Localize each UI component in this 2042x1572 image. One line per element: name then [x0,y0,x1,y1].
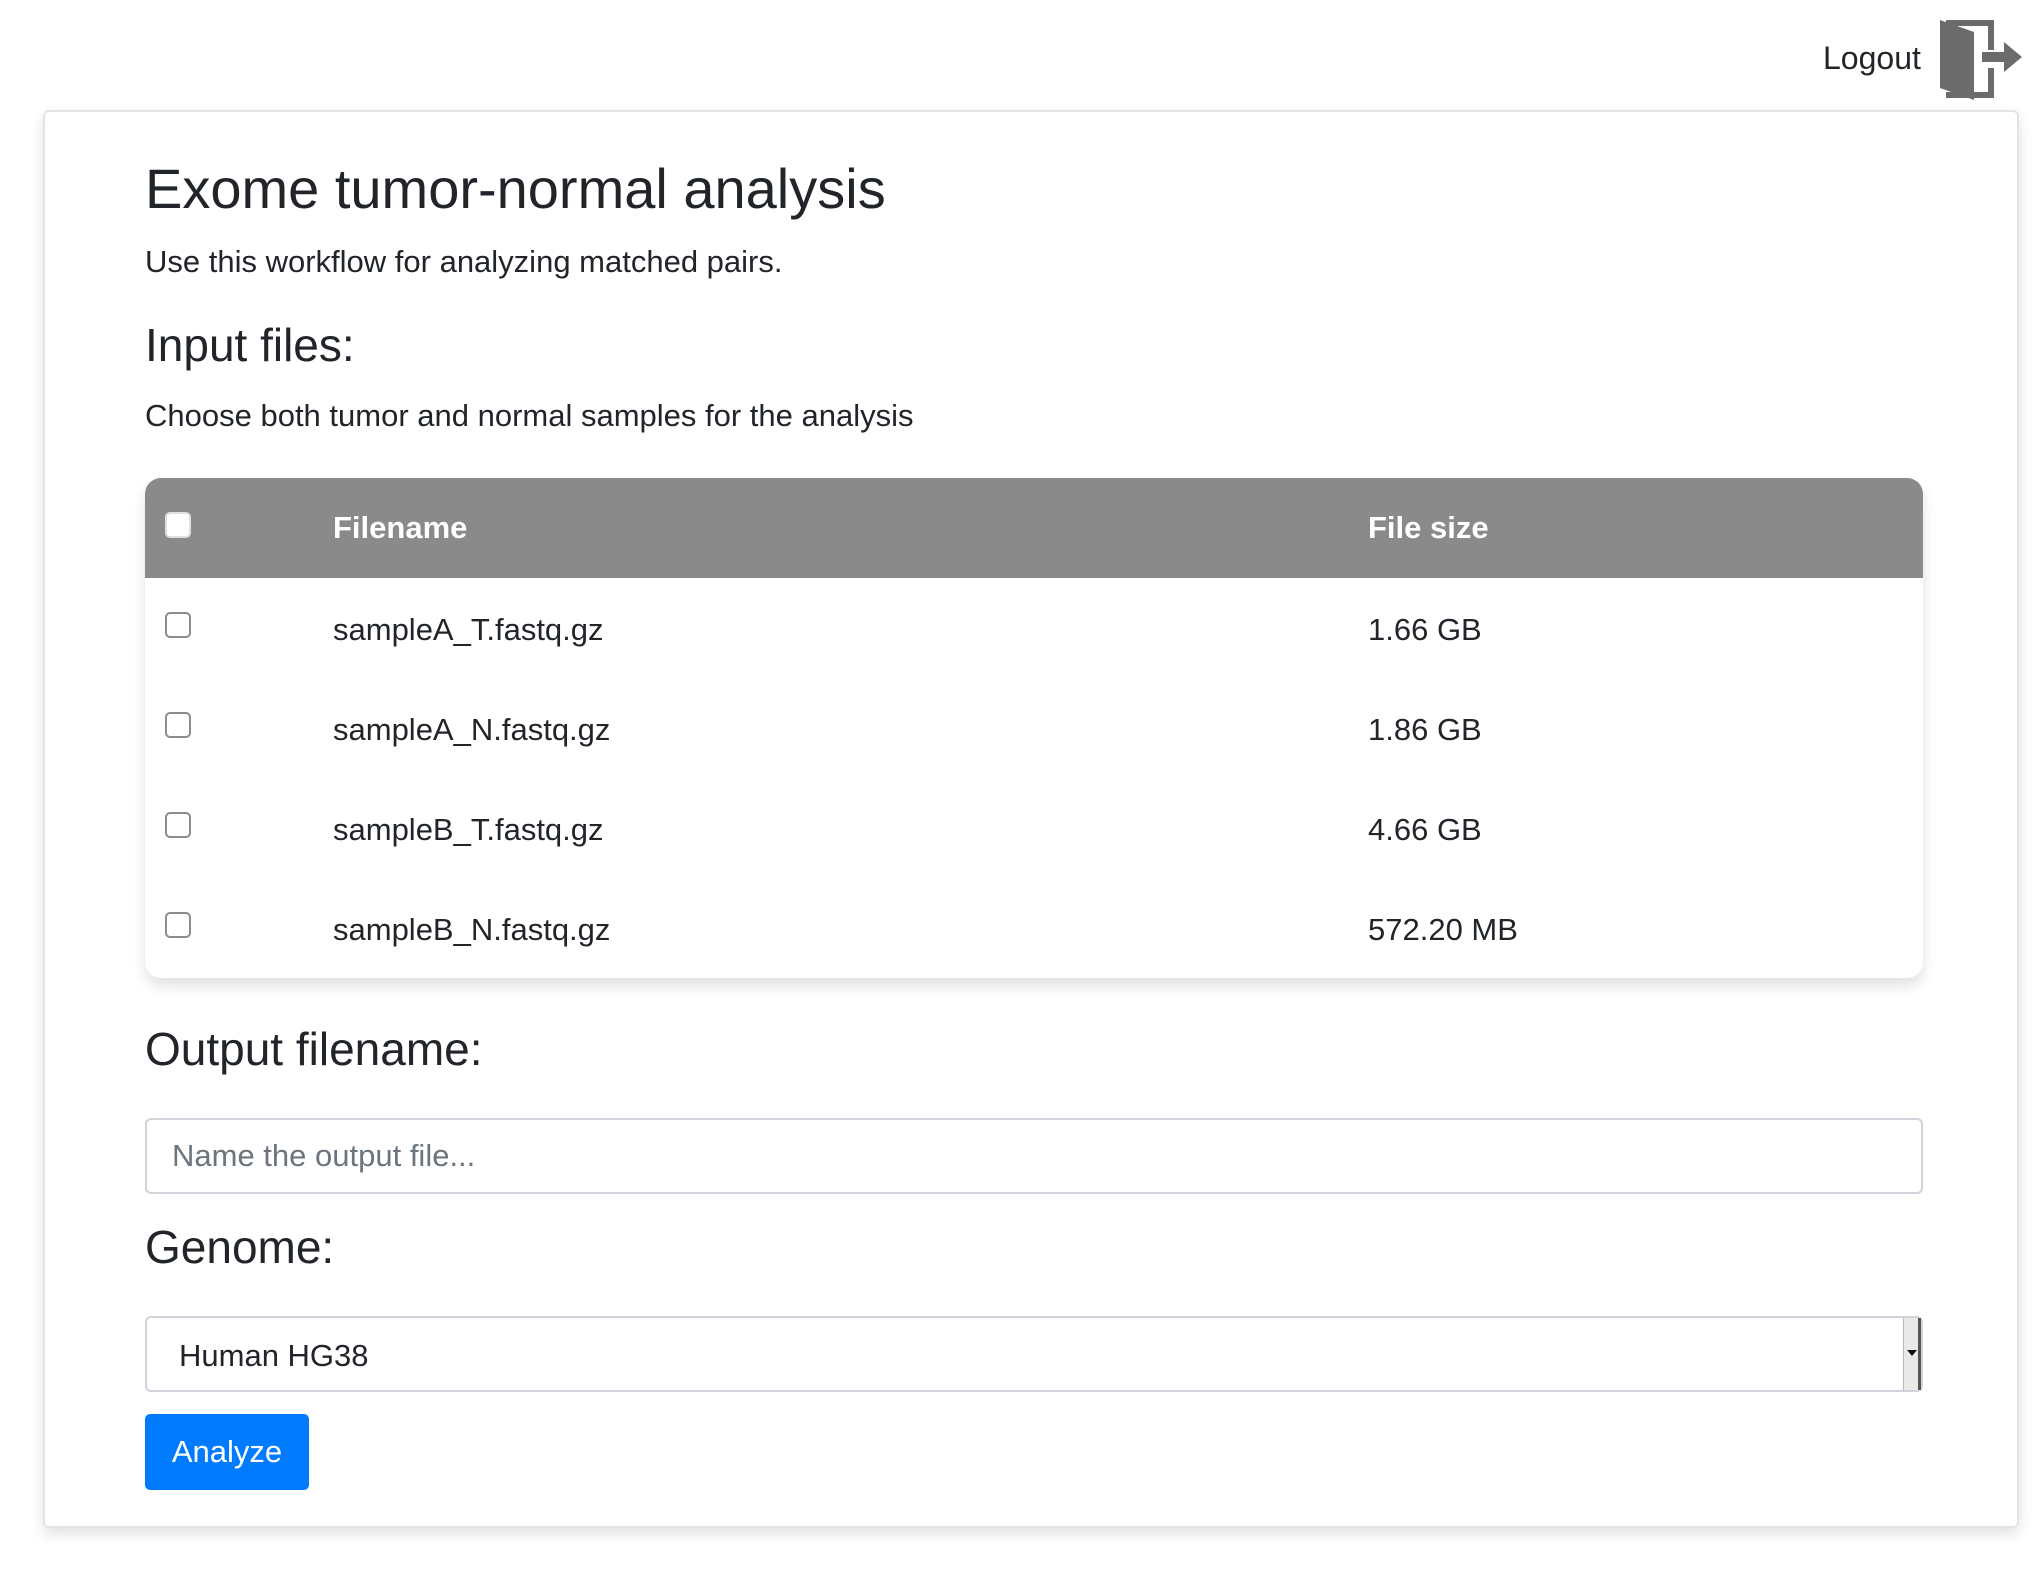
filesize-cell: 4.66 GB [1368,812,1482,847]
column-header-filename[interactable]: Filename [333,510,467,546]
column-header-filesize[interactable]: File size [1368,510,1489,546]
logout-link[interactable]: Logout [1823,40,1921,77]
row-checkbox[interactable] [165,812,191,838]
filename-cell: sampleA_N.fastq.gz [333,712,611,747]
input-files-description: Choose both tumor and normal samples for… [145,398,914,433]
select-all-checkbox[interactable] [165,512,191,538]
genome-heading: Genome: [145,1221,335,1273]
filename-cell: sampleB_T.fastq.gz [333,812,604,847]
input-files-heading: Input files: [145,319,355,371]
table-row[interactable]: sampleB_N.fastq.gz 572.20 MB [145,878,1923,978]
filesize-cell: 1.86 GB [1368,712,1482,747]
row-checkbox[interactable] [165,712,191,738]
row-checkbox[interactable] [165,612,191,638]
page-title: Exome tumor-normal analysis [145,157,886,220]
filesize-cell: 572.20 MB [1368,912,1518,947]
output-filename-input[interactable] [145,1118,1923,1194]
table-row[interactable]: sampleA_T.fastq.gz 1.66 GB [145,578,1923,678]
chevron-down-icon [1907,1350,1917,1356]
filename-cell: sampleA_T.fastq.gz [333,612,604,647]
analyze-button[interactable]: Analyze [145,1414,309,1490]
row-checkbox[interactable] [165,912,191,938]
filename-cell: sampleB_N.fastq.gz [333,912,611,947]
page-subtitle: Use this workflow for analyzing matched … [145,244,783,279]
table-row[interactable]: sampleB_T.fastq.gz 4.66 GB [145,778,1923,878]
filesize-cell: 1.66 GB [1368,612,1482,647]
genome-select[interactable]: Human HG38 [145,1316,1923,1392]
output-filename-heading: Output filename: [145,1023,483,1075]
table-header: Filename File size [145,478,1923,578]
exit-door-icon[interactable] [1938,18,2022,100]
workflow-card: Exome tumor-normal analysis Use this wor… [43,110,2019,1528]
table-row[interactable]: sampleA_N.fastq.gz 1.86 GB [145,678,1923,778]
files-table: Filename File size sampleA_T.fastq.gz 1.… [145,478,1923,978]
top-bar: Logout [0,0,2042,110]
genome-selected-value: Human HG38 [179,1338,369,1373]
select-dropdown-handle[interactable] [1903,1318,1921,1390]
